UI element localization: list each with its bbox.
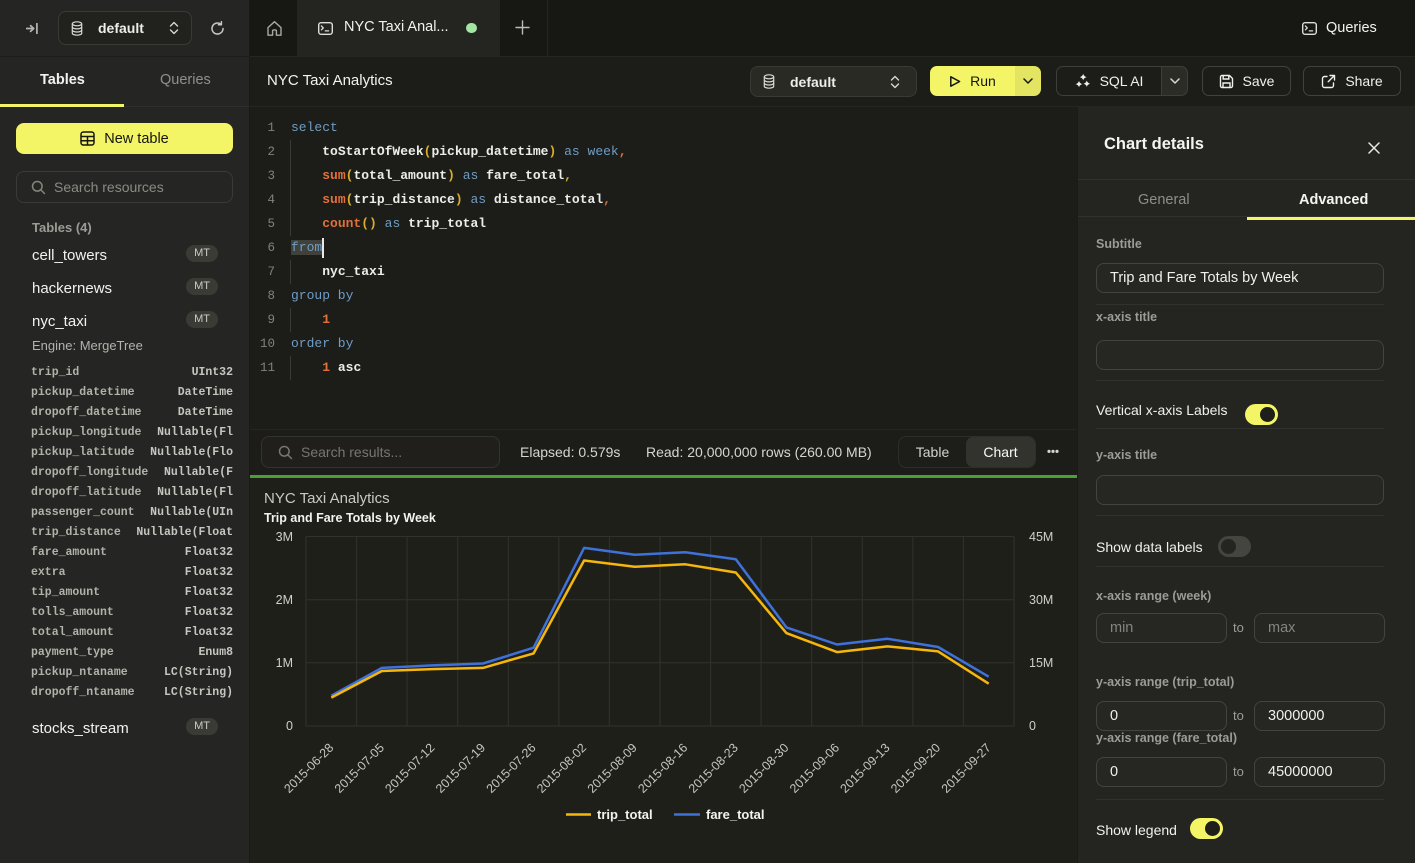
svg-text:trip_total: trip_total [597,807,653,822]
svg-text:NYC Taxi Analytics: NYC Taxi Analytics [264,490,390,507]
svg-text:0: 0 [1029,719,1036,733]
svg-text:2015-07-26: 2015-07-26 [484,741,539,796]
svg-text:2015-06-28: 2015-06-28 [281,741,336,796]
svg-text:2015-09-06: 2015-09-06 [787,741,842,796]
svg-text:3M: 3M [276,530,293,544]
svg-text:fare_total: fare_total [706,807,765,822]
svg-text:45M: 45M [1029,530,1053,544]
svg-text:2015-08-02: 2015-08-02 [534,741,589,796]
svg-text:2015-07-05: 2015-07-05 [332,741,387,796]
svg-text:2015-07-12: 2015-07-12 [382,741,437,796]
svg-text:30M: 30M [1029,593,1053,607]
svg-text:2015-08-23: 2015-08-23 [686,741,741,796]
svg-text:2015-07-19: 2015-07-19 [433,741,488,796]
svg-text:2015-09-13: 2015-09-13 [838,741,893,796]
svg-text:15M: 15M [1029,656,1053,670]
svg-text:2015-08-30: 2015-08-30 [736,741,791,796]
svg-text:1M: 1M [276,656,293,670]
svg-text:Trip and Fare Totals by Week: Trip and Fare Totals by Week [264,511,436,525]
svg-text:2015-08-09: 2015-08-09 [585,741,640,796]
svg-text:2M: 2M [276,593,293,607]
svg-text:2015-08-16: 2015-08-16 [635,741,690,796]
svg-text:2015-09-27: 2015-09-27 [939,741,994,796]
svg-text:0: 0 [286,719,293,733]
svg-text:2015-09-20: 2015-09-20 [888,741,943,796]
